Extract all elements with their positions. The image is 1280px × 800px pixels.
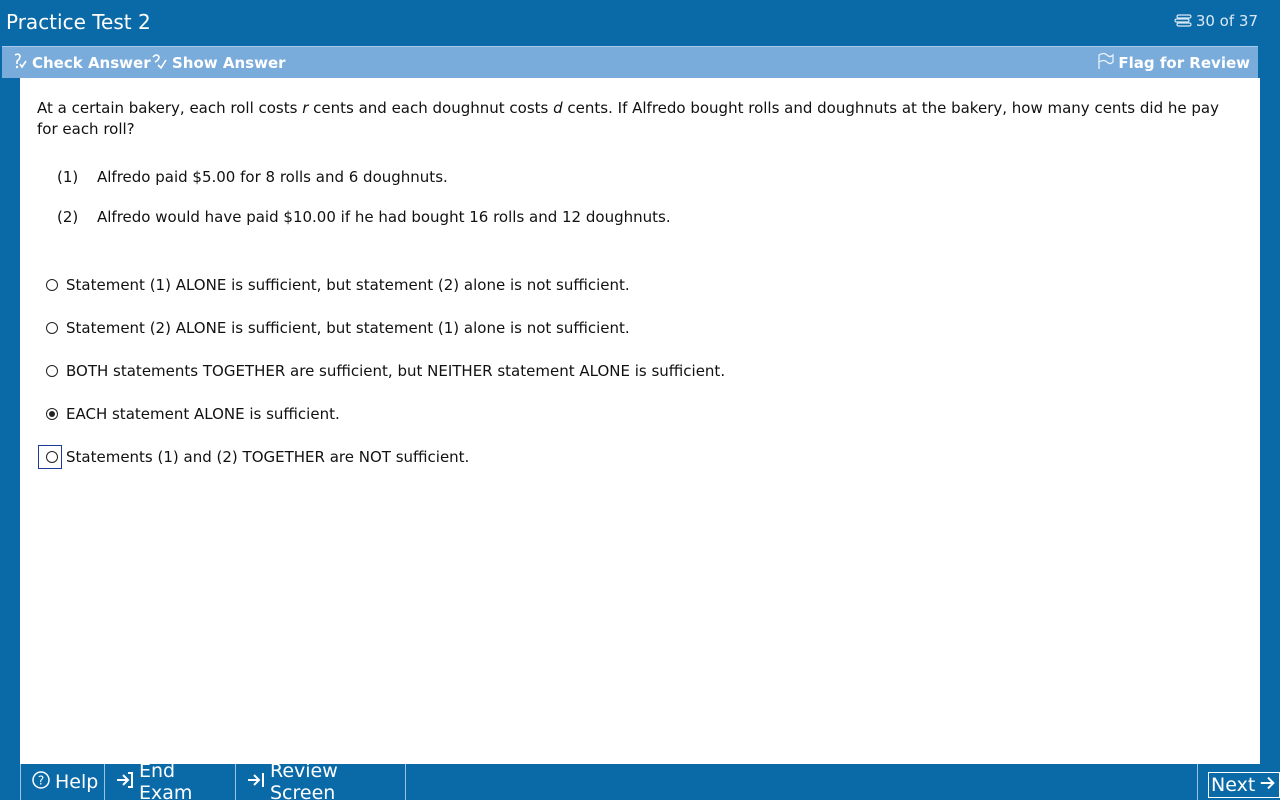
end-exam-label: End Exam bbox=[139, 760, 193, 800]
radio-button[interactable] bbox=[46, 451, 58, 463]
left-rail bbox=[0, 78, 20, 764]
radio-button[interactable] bbox=[46, 365, 58, 377]
show-answer-button[interactable]: Show Answer bbox=[150, 52, 286, 74]
next-button[interactable]: Next bbox=[1208, 772, 1280, 798]
question-counter-text: 30 of 37 bbox=[1195, 12, 1258, 30]
radio-button[interactable] bbox=[46, 279, 58, 291]
end-exam-icon bbox=[115, 770, 135, 795]
statement-text: Alfredo paid $5.00 for 8 rolls and 6 dou… bbox=[97, 168, 448, 186]
choice-text: EACH statement ALONE is sufficient. bbox=[66, 405, 340, 423]
statement-text: Alfredo would have paid $10.00 if he had… bbox=[97, 208, 671, 226]
help-label: Help bbox=[55, 771, 99, 793]
answer-choice-a[interactable]: Statement (1) ALONE is sufficient, but s… bbox=[40, 276, 630, 294]
choice-text: Statement (2) ALONE is sufficient, but s… bbox=[66, 319, 630, 337]
toolbar: Check Answer Show Answer Flag for Review bbox=[2, 46, 1258, 79]
show-answer-icon bbox=[150, 52, 168, 74]
radio-focus-wrapper bbox=[38, 445, 62, 469]
radio-button[interactable] bbox=[46, 322, 58, 334]
choice-text: BOTH statements TOGETHER are sufficient,… bbox=[66, 362, 726, 380]
review-screen-icon bbox=[246, 770, 266, 795]
statement-1: (1) Alfredo paid $5.00 for 8 rolls and 6 … bbox=[57, 168, 448, 186]
radio-button-selected[interactable] bbox=[46, 408, 58, 420]
review-screen-label: Review Screen bbox=[270, 760, 338, 800]
answer-choice-d[interactable]: EACH statement ALONE is sufficient. bbox=[40, 405, 340, 423]
flag-for-review-button[interactable]: Flag for Review bbox=[1096, 52, 1250, 74]
question-counter: 30 of 37 bbox=[1174, 12, 1258, 30]
stem-text-1: At a certain bakery, each roll costs bbox=[37, 99, 303, 117]
next-container: Next bbox=[1197, 764, 1280, 800]
end-exam-button[interactable]: End Exam bbox=[105, 760, 236, 800]
flag-for-review-label: Flag for Review bbox=[1118, 54, 1250, 72]
choice-text: Statements (1) and (2) TOGETHER are NOT … bbox=[66, 448, 470, 466]
help-button[interactable]: ? Help bbox=[20, 764, 105, 800]
statement-2: (2) Alfredo would have paid $10.00 if he … bbox=[57, 208, 671, 226]
next-label: Next bbox=[1211, 774, 1256, 796]
bottom-bar: ? Help End Exam Review Screen Next bbox=[20, 760, 1280, 800]
arrow-right-icon bbox=[1259, 774, 1277, 797]
check-answer-icon bbox=[10, 52, 28, 74]
svg-text:?: ? bbox=[38, 773, 44, 787]
question-panel: At a certain bakery, each roll costs r c… bbox=[20, 78, 1260, 764]
title-bar: Practice Test 2 30 of 37 bbox=[0, 0, 1280, 44]
exam-window: Practice Test 2 30 of 37 Check Answer Sh… bbox=[0, 0, 1280, 800]
statement-number: (2) bbox=[57, 208, 79, 226]
help-icon: ? bbox=[31, 770, 51, 795]
answer-choice-b[interactable]: Statement (2) ALONE is sufficient, but s… bbox=[40, 319, 630, 337]
answer-choice-c[interactable]: BOTH statements TOGETHER are sufficient,… bbox=[40, 362, 725, 380]
review-screen-button[interactable]: Review Screen bbox=[236, 760, 406, 800]
answer-choice-e[interactable]: Statements (1) and (2) TOGETHER are NOT … bbox=[38, 445, 470, 469]
choice-text: Statement (1) ALONE is sufficient, but s… bbox=[66, 276, 630, 294]
exam-title: Practice Test 2 bbox=[6, 10, 151, 34]
statement-number: (1) bbox=[57, 168, 79, 186]
check-answer-button[interactable]: Check Answer bbox=[10, 52, 151, 74]
stem-text-2: cents and each doughnut costs bbox=[308, 99, 554, 117]
variable-d: d bbox=[553, 99, 563, 117]
flag-icon bbox=[1096, 52, 1115, 74]
check-answer-label: Check Answer bbox=[32, 54, 151, 72]
right-rail bbox=[1260, 78, 1280, 764]
question-stem: At a certain bakery, each roll costs r c… bbox=[37, 98, 1227, 140]
stack-icon bbox=[1174, 14, 1192, 28]
show-answer-label: Show Answer bbox=[172, 54, 286, 72]
